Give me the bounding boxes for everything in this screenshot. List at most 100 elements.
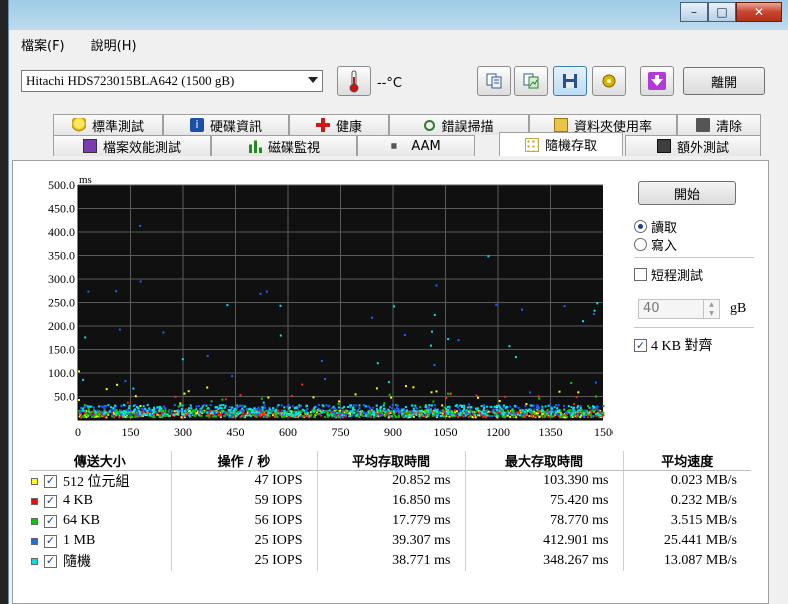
spin-up-icon[interactable]: ▲ xyxy=(704,300,719,309)
radio-selected-icon xyxy=(634,220,647,233)
col-header: 操作 / 秒 xyxy=(171,451,318,471)
data-point xyxy=(205,414,208,417)
tab-extra-tests[interactable]: 額外測試 xyxy=(625,135,761,156)
tab-benchmark[interactable]: 標準測試 xyxy=(53,114,163,135)
data-point xyxy=(286,412,288,415)
tab-erase[interactable]: 清除 xyxy=(677,114,761,135)
data-point xyxy=(228,414,231,417)
read-radio[interactable]: 讀取 xyxy=(634,217,677,236)
data-point xyxy=(199,411,202,414)
row-label: 1 MB xyxy=(63,533,96,548)
max-cell: 412.901 ms xyxy=(465,531,624,551)
data-point xyxy=(573,403,575,406)
copy-screen-icon xyxy=(523,73,539,89)
data-point xyxy=(358,404,361,407)
data-point xyxy=(593,405,596,408)
data-point xyxy=(123,409,126,412)
data-point xyxy=(466,411,468,414)
data-point xyxy=(193,409,196,412)
data-point xyxy=(529,391,532,394)
copy-screen-button[interactable] xyxy=(514,66,548,96)
tab-disk-monitor[interactable]: 磁碟監視 xyxy=(211,135,357,156)
series-checkbox[interactable]: ✓ xyxy=(44,554,57,568)
data-point xyxy=(456,410,458,413)
download-icon xyxy=(648,72,666,90)
tab-health[interactable]: 健康 xyxy=(289,114,389,135)
data-point xyxy=(91,415,94,418)
data-point xyxy=(100,410,103,413)
data-point xyxy=(405,414,407,417)
data-point xyxy=(81,407,84,410)
data-point xyxy=(534,415,537,418)
start-button[interactable]: 開始 xyxy=(638,181,736,205)
data-point xyxy=(146,414,149,417)
short-test-spinner[interactable]: 40 ▲ ▼ xyxy=(638,299,720,319)
data-point xyxy=(134,395,137,398)
data-point xyxy=(87,415,89,417)
temperature-button[interactable] xyxy=(337,66,371,96)
data-point xyxy=(262,413,265,416)
menu-file[interactable]: 檔案(F) xyxy=(21,35,65,54)
series-checkbox[interactable]: ✓ xyxy=(44,474,57,488)
close-button[interactable]: ✕ xyxy=(736,2,782,22)
data-point xyxy=(267,411,270,414)
short-test-checkbox[interactable]: 短程測試 xyxy=(634,265,703,284)
minimize-button[interactable]: – xyxy=(680,2,708,22)
data-point xyxy=(465,409,468,412)
tab-aam[interactable]: AAM xyxy=(357,135,475,156)
data-point xyxy=(202,411,205,414)
x-tick-label: 750 xyxy=(332,425,350,439)
series-checkbox[interactable]: ✓ xyxy=(44,534,57,548)
write-radio[interactable]: 寫入 xyxy=(634,235,677,254)
exit-button[interactable]: 離開 xyxy=(683,67,765,95)
data-point xyxy=(509,415,512,418)
tab-file-benchmark[interactable]: 檔案效能測試 xyxy=(53,135,211,156)
data-point xyxy=(162,331,165,334)
drive-select[interactable]: Hitachi HDS723015BLA642 (1500 gB) xyxy=(21,70,323,92)
data-point xyxy=(112,407,115,410)
data-point xyxy=(587,411,590,414)
download-button[interactable] xyxy=(640,66,674,96)
data-point xyxy=(412,409,415,412)
data-point xyxy=(451,410,454,413)
data-point xyxy=(256,413,259,416)
short-test-unit: gB xyxy=(730,301,747,316)
data-point xyxy=(116,383,119,386)
data-point xyxy=(573,406,575,409)
data-point xyxy=(187,408,190,411)
save-button[interactable] xyxy=(553,66,587,96)
data-point xyxy=(349,415,352,417)
maximize-button[interactable]: □ xyxy=(708,2,736,22)
data-point xyxy=(187,390,190,393)
data-point xyxy=(530,409,533,412)
data-point xyxy=(598,416,601,419)
data-point xyxy=(82,378,85,381)
data-point xyxy=(139,280,142,283)
y-tick-label: 500.0 xyxy=(48,178,75,192)
max-cell: 78.770 ms xyxy=(465,511,624,531)
data-point xyxy=(94,411,97,414)
save-settings-button[interactable] xyxy=(592,66,626,96)
data-point xyxy=(390,396,393,399)
data-point xyxy=(163,412,166,415)
data-point xyxy=(128,411,131,414)
data-point xyxy=(367,410,370,413)
menu-help[interactable]: 說明(H) xyxy=(91,35,137,54)
spinner-buttons[interactable]: ▲ ▼ xyxy=(703,300,719,318)
data-point xyxy=(469,408,472,411)
copy-text-button[interactable] xyxy=(477,66,511,96)
data-point xyxy=(232,409,235,412)
spin-down-icon[interactable]: ▼ xyxy=(704,309,719,318)
tab-random-access[interactable]: 隨機存取 xyxy=(499,132,623,156)
data-point xyxy=(434,409,437,412)
align-4kb-checkbox[interactable]: ✓ 4 KB 對齊 xyxy=(634,335,712,355)
tab-info[interactable]: i 硬碟資訊 xyxy=(163,114,289,135)
data-point xyxy=(578,409,581,412)
data-point xyxy=(512,416,515,419)
data-point xyxy=(93,415,96,418)
copy-text-icon xyxy=(486,73,502,89)
data-point xyxy=(514,356,517,359)
series-checkbox[interactable]: ✓ xyxy=(44,514,57,528)
data-point xyxy=(250,415,253,418)
series-checkbox[interactable]: ✓ xyxy=(44,494,57,508)
